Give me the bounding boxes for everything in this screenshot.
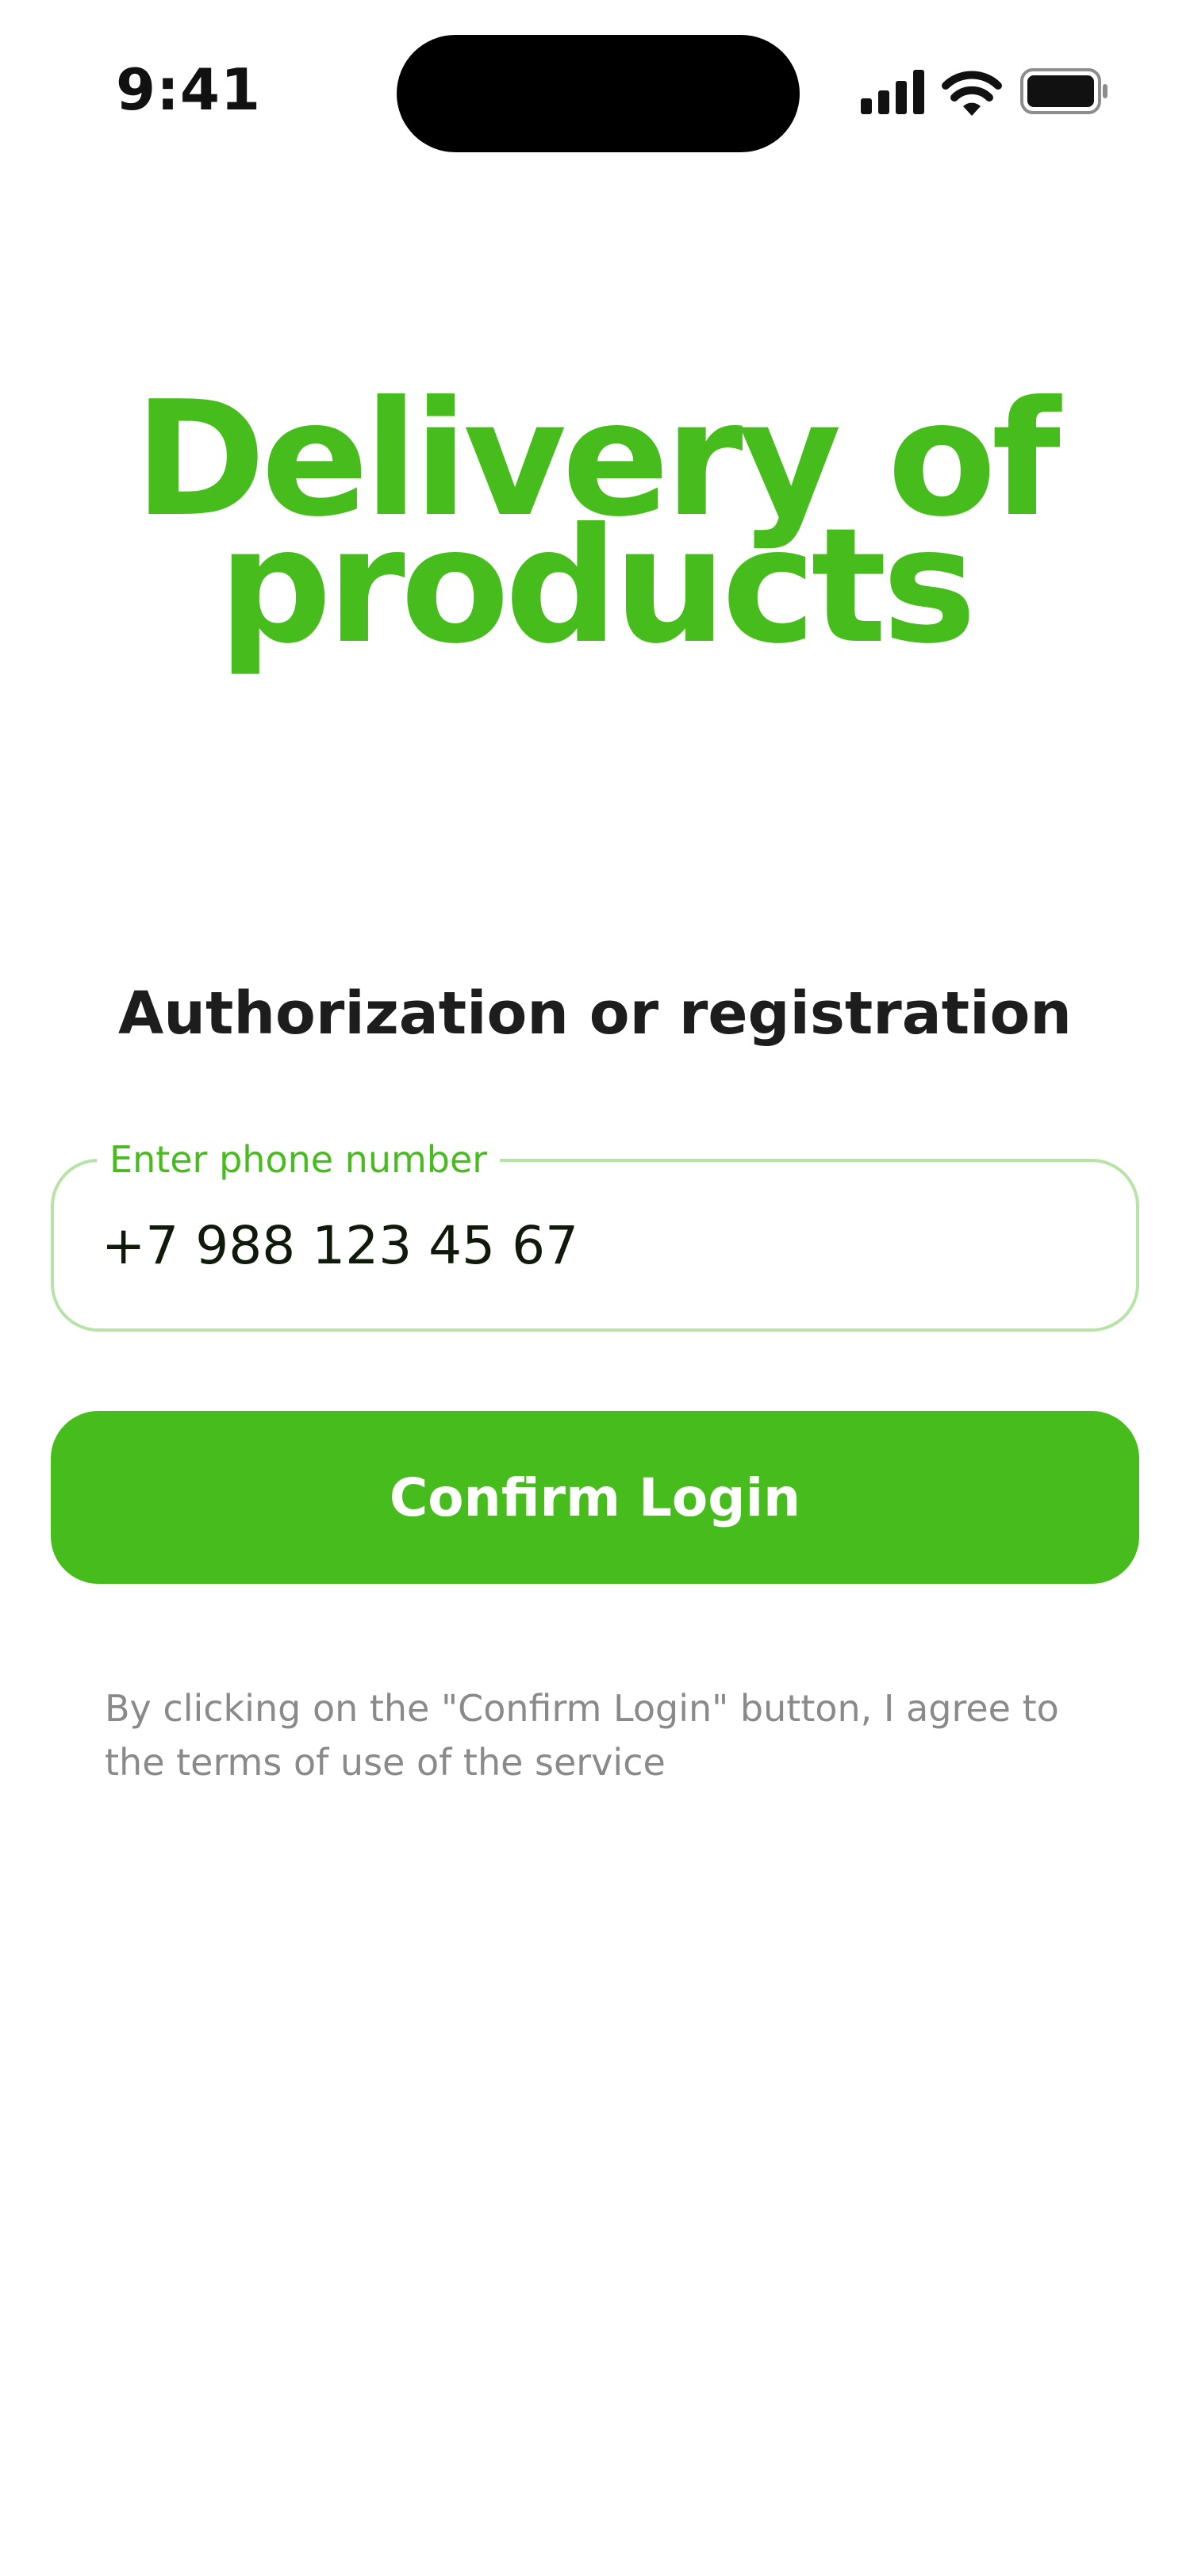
confirm-login-button[interactable]: Confirm Login (51, 1411, 1139, 1584)
page-title: Delivery of products (79, 381, 1111, 666)
phone-field-label: Enter phone number (97, 1133, 501, 1186)
terms-text: By clicking on the "Confirm Login" butto… (105, 1687, 1059, 1784)
wifi-icon (942, 71, 1002, 116)
phone-field[interactable]: Enter phone number (51, 1133, 1139, 1332)
title-line-2: products (218, 494, 977, 679)
dynamic-island (397, 35, 800, 152)
cellular-signal-icon (861, 70, 924, 114)
battery-icon (1020, 68, 1107, 114)
status-bar: 9:41 (0, 0, 1190, 182)
status-time: 9:41 (116, 56, 262, 123)
phone-input[interactable] (102, 1202, 1054, 1289)
auth-title: Authorization or registration (118, 979, 1072, 1048)
